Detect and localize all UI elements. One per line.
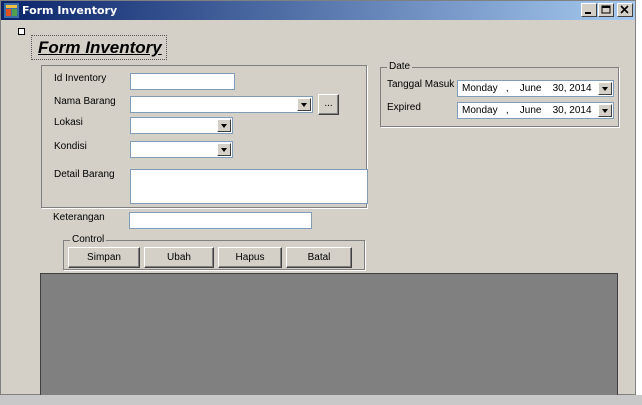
selection-handle xyxy=(18,28,25,35)
window-title: Form Inventory xyxy=(22,4,118,17)
tanggal-masuk-picker[interactable]: Monday , June 30, 2014 xyxy=(457,80,614,97)
chevron-down-icon[interactable] xyxy=(598,104,612,117)
batal-button[interactable]: Batal xyxy=(286,247,352,268)
data-grid[interactable] xyxy=(40,273,618,396)
kondisi-label: Kondisi xyxy=(54,141,87,152)
date-legend: Date xyxy=(387,61,413,72)
form-inventory-window: Form Inventory Form Inventory Id Invento… xyxy=(0,0,636,396)
detail-barang-label: Detail Barang xyxy=(54,169,115,180)
app-icon xyxy=(4,3,19,18)
ubah-button[interactable]: Ubah xyxy=(144,247,214,268)
close-button[interactable] xyxy=(617,3,633,17)
window-bottom-edge xyxy=(0,395,642,405)
nama-barang-combo[interactable] xyxy=(130,96,313,113)
expired-value: Monday , June 30, 2014 xyxy=(462,105,592,116)
nama-barang-label: Nama Barang xyxy=(54,96,116,107)
lokasi-label: Lokasi xyxy=(54,117,83,128)
chevron-down-icon[interactable] xyxy=(217,119,231,132)
chevron-down-icon[interactable] xyxy=(217,143,231,156)
lokasi-combo[interactable] xyxy=(130,117,233,134)
keterangan-input[interactable] xyxy=(129,212,312,229)
kondisi-combo[interactable] xyxy=(130,141,233,158)
chevron-down-icon[interactable] xyxy=(598,82,612,95)
minimize-icon xyxy=(585,12,591,14)
form-heading-box: Form Inventory xyxy=(31,35,167,60)
chevron-down-icon[interactable] xyxy=(297,98,311,111)
date-group: Date Tanggal Masuk Monday , June 30, 201… xyxy=(380,61,619,127)
control-group: Control Simpan Ubah Hapus Batal xyxy=(63,234,365,270)
minimize-button[interactable] xyxy=(581,3,597,17)
id-inventory-input[interactable] xyxy=(130,73,235,90)
keterangan-label: Keterangan xyxy=(53,212,105,223)
close-icon xyxy=(620,5,629,14)
id-inventory-label: Id Inventory xyxy=(54,73,107,84)
browse-button[interactable]: ... xyxy=(318,94,339,115)
tanggal-masuk-value: Monday , June 30, 2014 xyxy=(462,83,592,94)
form-heading: Form Inventory xyxy=(38,38,162,57)
hapus-button[interactable]: Hapus xyxy=(218,247,282,268)
detail-barang-textarea[interactable] xyxy=(130,169,368,204)
data-panel: Id Inventory Nama Barang ... Lokasi Kond… xyxy=(41,65,368,208)
tanggal-masuk-label: Tanggal Masuk xyxy=(387,79,455,90)
control-legend: Control xyxy=(70,234,107,245)
expired-picker[interactable]: Monday , June 30, 2014 xyxy=(457,102,614,119)
maximize-icon xyxy=(601,5,611,14)
simpan-button[interactable]: Simpan xyxy=(68,247,140,268)
expired-label: Expired xyxy=(387,102,421,113)
maximize-button[interactable] xyxy=(598,3,614,17)
title-bar[interactable]: Form Inventory xyxy=(1,1,635,20)
